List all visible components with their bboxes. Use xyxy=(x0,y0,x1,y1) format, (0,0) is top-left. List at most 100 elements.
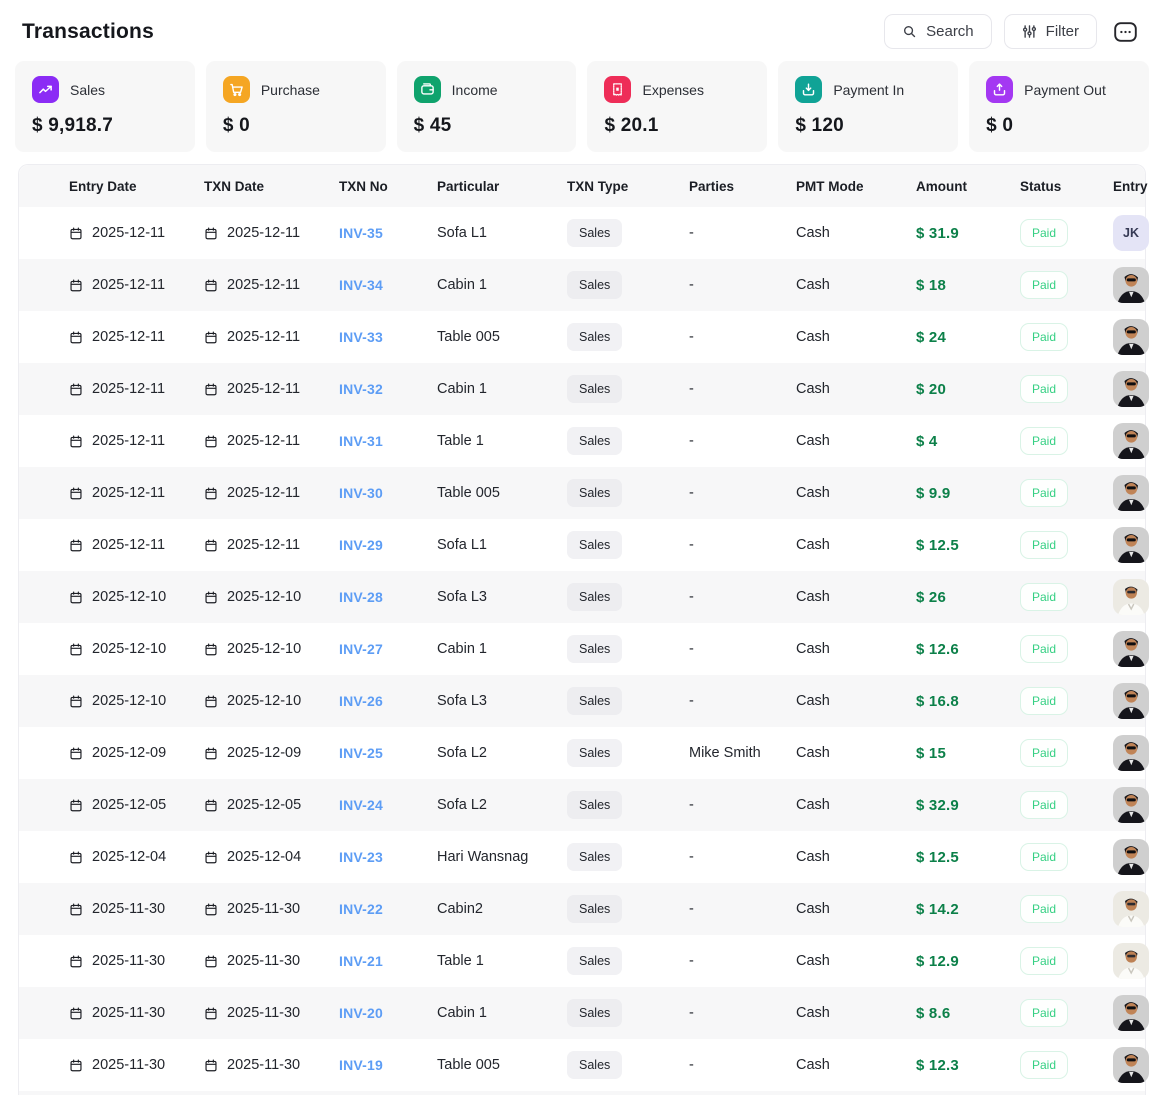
table-row[interactable]: 2025-11-302025-11-30INV-20Cabin 1Sales-C… xyxy=(19,987,1145,1039)
entry-date-cell: 2025-12-05 xyxy=(19,797,204,813)
avatar xyxy=(1113,527,1149,563)
avatar-initials: JK xyxy=(1113,215,1149,251)
entry-by-cell xyxy=(1113,683,1149,719)
table-row[interactable]: 2025-12-112025-12-11INV-33Table 005Sales… xyxy=(19,311,1145,363)
pmt-mode: Cash xyxy=(796,225,830,241)
txn-no-link[interactable]: INV-32 xyxy=(339,381,383,397)
txn-no-link[interactable]: INV-20 xyxy=(339,1005,383,1021)
txn-no-link[interactable]: INV-21 xyxy=(339,953,383,969)
txn-date-cell: 2025-12-10 xyxy=(204,641,339,657)
avatar xyxy=(1113,943,1149,979)
txn-date-cell: 2025-12-09 xyxy=(204,745,339,761)
table-row[interactable]: 2025-12-112025-12-11INV-31Table 1Sales-C… xyxy=(19,415,1145,467)
txn-date-cell: 2025-12-10 xyxy=(204,693,339,709)
txn-type-badge: Sales xyxy=(567,271,622,299)
txn-date: 2025-11-30 xyxy=(227,901,300,917)
column-header-parties: Parties xyxy=(689,179,796,194)
table-row[interactable]: 2025-12-102025-12-10INV-28Sofa L3Sales-C… xyxy=(19,571,1145,623)
txn-date-cell: 2025-12-10 xyxy=(204,589,339,605)
status-badge: Paid xyxy=(1020,895,1068,923)
amount: $ 12.6 xyxy=(916,641,959,658)
table-row[interactable]: 2025-12-042025-12-04INV-23Hari WansnagSa… xyxy=(19,831,1145,883)
column-header-entry-date: Entry Date xyxy=(19,179,204,194)
txn-no-link[interactable]: INV-22 xyxy=(339,901,383,917)
amount: $ 8.6 xyxy=(916,1005,950,1022)
avatar xyxy=(1113,579,1149,615)
txn-type-badge: Sales xyxy=(567,843,622,871)
txn-no-link[interactable]: INV-31 xyxy=(339,433,383,449)
txn-no-link[interactable]: INV-33 xyxy=(339,329,383,345)
txn-no-link[interactable]: INV-28 xyxy=(339,589,383,605)
txn-no-link[interactable]: INV-23 xyxy=(339,849,383,865)
particular: Cabin 1 xyxy=(437,277,487,293)
table-row[interactable]: 2025-12-102025-12-10INV-26Sofa L3Sales-C… xyxy=(19,675,1145,727)
txn-no-link[interactable]: INV-25 xyxy=(339,745,383,761)
table-row[interactable]: 2025-12-112025-12-11INV-32Cabin 1Sales-C… xyxy=(19,363,1145,415)
entry-date: 2025-12-04 xyxy=(92,849,166,865)
calendar-icon xyxy=(204,798,218,813)
table-row[interactable]: 2025-12-112025-12-11INV-29Sofa L1Sales-C… xyxy=(19,519,1145,571)
parties: - xyxy=(689,849,694,865)
txn-date: 2025-12-04 xyxy=(227,849,301,865)
entry-by-cell xyxy=(1113,839,1149,875)
entry-date: 2025-12-11 xyxy=(92,485,165,501)
table-row[interactable]: 2025-12-112025-12-11INV-35Sofa L1Sales-C… xyxy=(19,207,1145,259)
card-label: Income xyxy=(452,82,498,98)
txn-no-link[interactable]: INV-30 xyxy=(339,485,383,501)
calendar-icon xyxy=(204,1006,218,1021)
particular: Cabin 1 xyxy=(437,641,487,657)
particular: Table 1 xyxy=(437,953,484,969)
calendar-icon xyxy=(204,382,218,397)
pmt-mode: Cash xyxy=(796,693,830,709)
txn-no-link[interactable]: INV-19 xyxy=(339,1057,383,1073)
table-row[interactable]: 2025-11-302025-11-30INV-21Table 1Sales-C… xyxy=(19,935,1145,987)
table-header-row: Entry DateTXN DateTXN NoParticularTXN Ty… xyxy=(19,165,1145,207)
txn-date: 2025-12-11 xyxy=(227,381,300,397)
table-row[interactable]: 2025-12-092025-12-09INV-25Sofa L2SalesMi… xyxy=(19,727,1145,779)
table-row[interactable]: 2025-11-302025-11-30INV-22Cabin2Sales-Ca… xyxy=(19,883,1145,935)
card-value: $ 120 xyxy=(795,115,941,137)
entry-date: 2025-12-11 xyxy=(92,433,165,449)
summary-card-income: Income$ 45 xyxy=(397,61,577,152)
summary-card-purchase: Purchase$ 0 xyxy=(206,61,386,152)
txn-date: 2025-12-11 xyxy=(227,485,300,501)
pmt-mode: Cash xyxy=(796,745,830,761)
txn-no-link[interactable]: INV-27 xyxy=(339,641,383,657)
txn-type-badge: Sales xyxy=(567,635,622,663)
table-row[interactable]: 2025-11-302025-11-30INV-19Table 005Sales… xyxy=(19,1039,1145,1091)
column-header-txn-date: TXN Date xyxy=(204,179,339,194)
calendar-icon xyxy=(204,850,218,865)
txn-date: 2025-11-30 xyxy=(227,1057,300,1073)
summary-card-expenses: Expenses$ 20.1 xyxy=(587,61,767,152)
search-button[interactable]: Search xyxy=(884,14,992,49)
particular: Sofa L2 xyxy=(437,797,487,813)
more-options-button[interactable] xyxy=(1109,19,1142,45)
txn-type-badge: Sales xyxy=(567,999,622,1027)
txn-no-link[interactable]: INV-26 xyxy=(339,693,383,709)
parties: - xyxy=(689,537,694,553)
table-row[interactable]: 2025-12-112025-12-11INV-34Cabin 1Sales-C… xyxy=(19,259,1145,311)
amount: $ 24 xyxy=(916,329,946,346)
table-row[interactable]: 2025-12-052025-12-05INV-24Sofa L2Sales-C… xyxy=(19,779,1145,831)
avatar xyxy=(1113,371,1149,407)
entry-date-cell: 2025-11-30 xyxy=(19,901,204,917)
txn-no-link[interactable]: INV-35 xyxy=(339,225,383,241)
transactions-table: Entry DateTXN DateTXN NoParticularTXN Ty… xyxy=(18,164,1146,1095)
amount: $ 15 xyxy=(916,745,946,762)
calendar-icon xyxy=(69,1058,83,1073)
parties: - xyxy=(689,797,694,813)
calendar-icon xyxy=(204,278,218,293)
status-badge: Paid xyxy=(1020,479,1068,507)
entry-by-cell xyxy=(1113,527,1149,563)
amount: $ 4 xyxy=(916,433,937,450)
filter-button[interactable]: Filter xyxy=(1004,14,1097,49)
txn-no-link[interactable]: INV-29 xyxy=(339,537,383,553)
avatar xyxy=(1113,839,1149,875)
table-row[interactable]: 2025-12-102025-12-10INV-27Cabin 1Sales-C… xyxy=(19,623,1145,675)
search-button-label: Search xyxy=(926,23,974,40)
search-icon xyxy=(902,24,917,39)
table-row[interactable]: 2025-12-112025-12-11INV-30Table 005Sales… xyxy=(19,467,1145,519)
txn-no-link[interactable]: INV-34 xyxy=(339,277,383,293)
txn-no-link[interactable]: INV-24 xyxy=(339,797,383,813)
calendar-icon xyxy=(69,850,83,865)
